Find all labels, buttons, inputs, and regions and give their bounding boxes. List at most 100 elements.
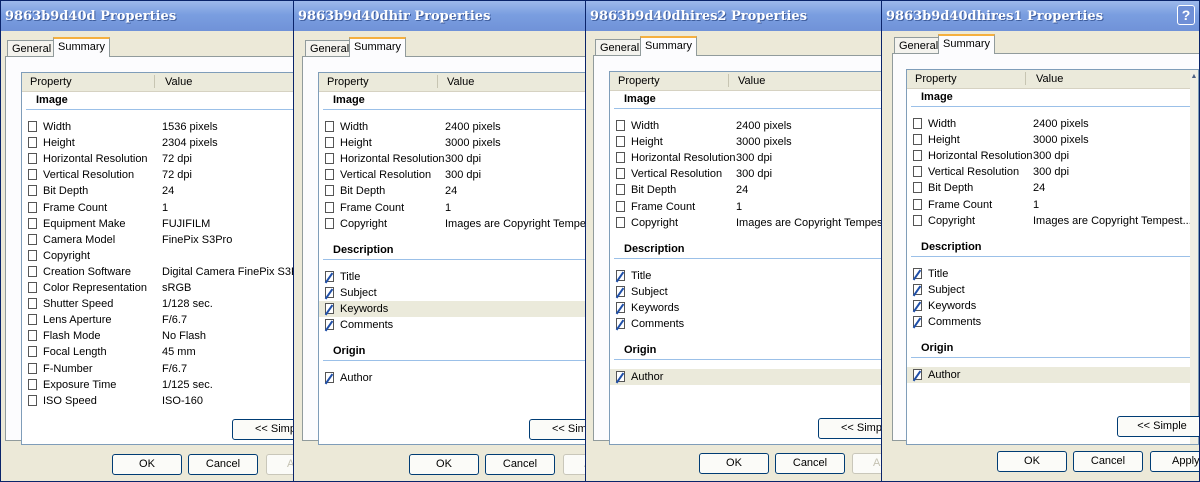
ok-button[interactable]: OK (409, 454, 479, 475)
property-row[interactable]: Author (610, 369, 888, 386)
property-row[interactable]: Height 3000 pixels (907, 132, 1198, 148)
property-value[interactable]: 300 dpi (445, 169, 592, 181)
property-row[interactable]: Height 3000 pixels (610, 134, 888, 150)
property-row[interactable]: Width 2400 pixels (907, 116, 1198, 132)
vertical-scrollbar[interactable]: ▲ ▼ (1190, 70, 1198, 444)
tab-general[interactable]: General (595, 39, 645, 56)
property-row[interactable]: Shutter Speed 1/128 sec. (22, 296, 299, 312)
property-row[interactable]: Creation Software Digital Camera FinePix … (22, 264, 299, 280)
property-value[interactable]: Digital Camera FinePix S3Pr... (162, 266, 299, 278)
property-row[interactable]: Horizontal Resolution 72 dpi (22, 151, 299, 167)
property-row[interactable]: Copyright (22, 248, 299, 264)
ok-button[interactable]: OK (699, 453, 769, 474)
apply-button[interactable]: Apply (1150, 451, 1199, 472)
property-value[interactable]: 3000 pixels (736, 136, 888, 148)
property-value[interactable]: 300 dpi (1033, 166, 1196, 178)
property-value[interactable]: 45 mm (162, 346, 299, 358)
property-row[interactable]: Height 3000 pixels (319, 135, 592, 151)
simple-button[interactable]: << Simple (1117, 416, 1199, 437)
property-value[interactable]: No Flash (162, 330, 299, 342)
property-list[interactable]: Property Value Image Width 2400 pixels Heig… (609, 71, 888, 445)
tab-general[interactable]: General (894, 37, 944, 54)
property-row[interactable]: Frame Count 1 (610, 199, 888, 215)
property-value[interactable]: 1/125 sec. (162, 379, 299, 391)
property-row[interactable]: Vertical Resolution 300 dpi (319, 167, 592, 183)
property-value[interactable]: 1 (1033, 199, 1196, 211)
title-bar[interactable]: 9863b9d40dhires1 Properties ? (882, 1, 1199, 31)
property-row[interactable]: Bit Depth 24 (319, 183, 592, 199)
property-row[interactable]: Horizontal Resolution 300 dpi (907, 148, 1198, 164)
property-row[interactable]: Vertical Resolution 72 dpi (22, 167, 299, 183)
property-row[interactable]: Equipment Make FUJIFILM (22, 216, 299, 232)
simple-button[interactable]: << Simple (529, 419, 592, 440)
property-row[interactable]: Frame Count 1 (907, 197, 1198, 213)
property-row[interactable]: Subject (319, 285, 592, 301)
column-header-value[interactable]: Value (1036, 73, 1063, 85)
property-list[interactable]: Property Value Image Width 1536 pixels Heig… (21, 72, 299, 445)
property-value[interactable]: 2400 pixels (445, 121, 592, 133)
column-header-value[interactable]: Value (447, 76, 474, 88)
property-row[interactable]: Horizontal Resolution 300 dpi (319, 151, 592, 167)
property-value[interactable]: Images are Copyright Tempest (445, 218, 592, 230)
property-value[interactable]: 72 dpi (162, 153, 299, 165)
property-value[interactable]: F/6.7 (162, 314, 299, 326)
cancel-button[interactable]: Cancel (1073, 451, 1143, 472)
property-row[interactable]: Copyright Images are Copyright Tempest... (610, 215, 888, 231)
title-bar[interactable]: 9863b9d40d Properties (1, 1, 299, 31)
property-row[interactable]: Bit Depth 24 (22, 183, 299, 199)
property-row[interactable]: F-Number F/6.7 (22, 361, 299, 377)
property-value[interactable]: 300 dpi (736, 152, 888, 164)
ok-button[interactable]: OK (997, 451, 1067, 472)
column-header-property[interactable]: Property (327, 76, 369, 88)
property-value[interactable]: 1/128 sec. (162, 298, 299, 310)
tab-general[interactable]: General (7, 40, 57, 57)
tab-summary[interactable]: Summary (349, 37, 407, 57)
simple-button[interactable]: << Simple (232, 419, 299, 440)
property-value[interactable]: F/6.7 (162, 363, 299, 375)
property-value[interactable]: 1 (162, 202, 299, 214)
property-value[interactable]: 1536 pixels (162, 121, 299, 133)
property-row[interactable]: Comments (907, 314, 1198, 330)
property-value[interactable]: FUJIFILM (162, 218, 299, 230)
cancel-button[interactable]: Cancel (188, 454, 258, 475)
property-row[interactable]: Color Representation sRGB (22, 280, 299, 296)
property-value[interactable]: 72 dpi (162, 169, 299, 181)
tab-summary[interactable]: Summary (53, 37, 111, 57)
column-header-property[interactable]: Property (915, 73, 957, 85)
property-row[interactable]: Width 2400 pixels (610, 118, 888, 134)
scroll-up-icon[interactable]: ▲ (1190, 72, 1198, 82)
property-value[interactable]: 24 (1033, 182, 1196, 194)
property-value[interactable]: Images are Copyright Tempest... (736, 217, 888, 229)
cancel-button[interactable]: Cancel (485, 454, 555, 475)
property-value[interactable]: 2304 pixels (162, 137, 299, 149)
property-value[interactable]: 2400 pixels (736, 120, 888, 132)
column-header-value[interactable]: Value (165, 76, 192, 88)
tab-summary[interactable]: Summary (640, 36, 698, 56)
property-row[interactable]: Width 1536 pixels (22, 119, 299, 135)
property-value[interactable]: 3000 pixels (1033, 134, 1196, 146)
property-value[interactable]: 2400 pixels (1033, 118, 1196, 130)
column-header-property[interactable]: Property (30, 76, 72, 88)
title-bar[interactable]: 9863b9d40dhires2 Properties (586, 1, 888, 31)
property-row[interactable]: Title (907, 266, 1198, 282)
property-row[interactable]: Title (610, 268, 888, 284)
property-row[interactable]: ISO Speed ISO-160 (22, 393, 299, 409)
property-row[interactable]: Bit Depth 24 (610, 182, 888, 198)
property-row[interactable]: Author (907, 367, 1198, 384)
property-list[interactable]: Property Value Image Width 2400 pixels Heig… (318, 72, 592, 445)
cancel-button[interactable]: Cancel (775, 453, 845, 474)
property-row[interactable]: Bit Depth 24 (907, 180, 1198, 196)
tab-general[interactable]: General (305, 40, 355, 57)
property-value[interactable]: Images are Copyright Tempest... (1033, 215, 1196, 227)
property-row[interactable]: Width 2400 pixels (319, 119, 592, 135)
property-row[interactable]: Vertical Resolution 300 dpi (907, 164, 1198, 180)
simple-button[interactable]: << Simple (818, 418, 888, 439)
property-row[interactable]: Frame Count 1 (319, 200, 592, 216)
property-value[interactable]: 24 (445, 185, 592, 197)
property-value[interactable]: 24 (162, 185, 299, 197)
property-row[interactable]: Subject (610, 284, 888, 300)
property-row[interactable]: Keywords (610, 300, 888, 316)
property-value[interactable]: 300 dpi (736, 168, 888, 180)
property-row[interactable]: Exposure Time 1/125 sec. (22, 377, 299, 393)
property-value[interactable]: 1 (736, 201, 888, 213)
